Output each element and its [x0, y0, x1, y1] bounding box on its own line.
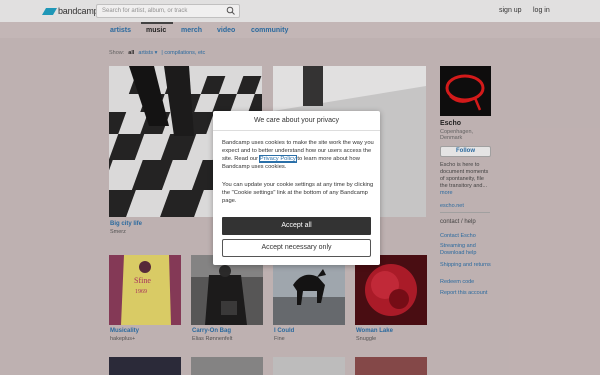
cookie-paragraph-2: You can update your cookie settings at a… [222, 182, 374, 204]
privacy-policy-link[interactable]: Privacy Policy [258, 155, 297, 163]
accept-all-button[interactable]: Accept all [222, 217, 371, 235]
cookie-consent-dialog: We care about your privacy Bandcamp uses… [213, 111, 380, 265]
accept-necessary-button[interactable]: Accept necessary only [222, 239, 371, 257]
cookie-dialog-title: We care about your privacy [213, 111, 380, 131]
cookie-paragraph-1: Bandcamp uses cookies to make the site w… [222, 139, 374, 171]
